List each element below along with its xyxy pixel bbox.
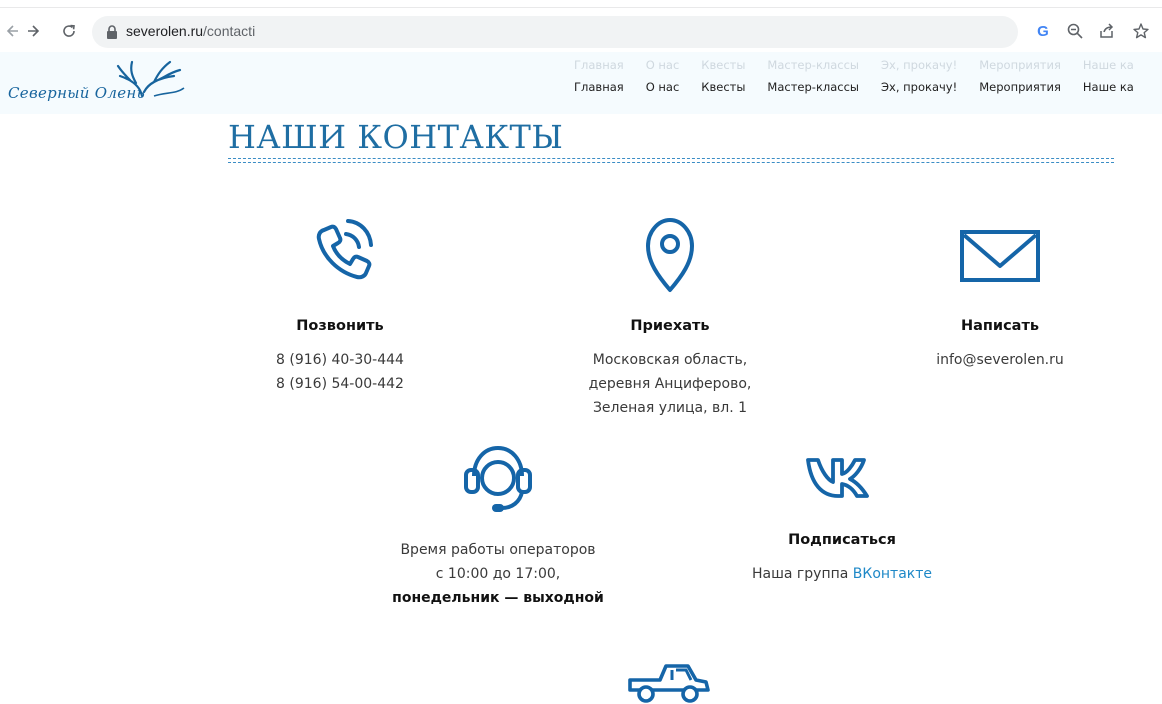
vk-title: Подписаться [788,532,896,548]
hours-line: Время работы операторов [400,542,596,558]
headset-icon [464,445,532,512]
zoom-icon [1067,23,1083,39]
site-header: Северный Олень Главная О нас Квесты Маст… [0,52,1162,114]
google-lens-button[interactable]: G [1030,18,1056,44]
lock-icon [107,25,117,39]
address-bar[interactable]: severolen.ru/contacti [92,16,1018,48]
tab-strip [0,0,1162,8]
title-divider [228,158,1114,163]
address-line: Зеленая улица, вл. 1 [592,400,748,416]
menu-item-events[interactable]: Мероприятия [979,80,1061,94]
call-title: Позвонить [296,318,384,334]
site-logo[interactable]: Северный Олень [6,56,190,110]
menu-ghost-item: Квесты [701,58,746,72]
back-arrow-icon [6,25,18,37]
menu-ghost-item: Главная [574,58,624,72]
star-icon [1133,23,1149,39]
share-button[interactable] [1094,18,1120,44]
menu-item-masterclasses[interactable]: Мастер-классы [767,80,859,94]
menu-ghost-row: Главная О нас Квесты Мастер-классы Эх, п… [574,58,1156,72]
address: Московская область, деревня Анциферово, … [560,348,780,420]
map-pin-icon [646,218,694,292]
google-icon: G [1037,22,1049,40]
vk-logo-icon [806,458,869,498]
menu-ghost-item: Мастер-классы [767,58,860,72]
menu-item-home[interactable]: Главная [574,80,624,94]
hours-line: с 10:00 до 17:00, [435,566,561,582]
phone-number-2[interactable]: 8 (916) 54-00-442 [240,372,440,396]
menu-item-quests[interactable]: Квесты [701,80,745,94]
address-line: деревня Анциферово, [588,376,752,392]
truck-icon [628,664,710,703]
reload-button[interactable] [56,18,82,44]
contact-write: Написать info@severolen.ru [900,210,1100,372]
email-link[interactable]: info@severolen.ru [900,348,1100,372]
menu-item-about[interactable]: О нас [646,80,680,94]
zoom-button[interactable] [1062,18,1088,44]
logo-text: Северный Олень [8,84,146,102]
write-title: Написать [960,318,1040,334]
browser-toolbar: severolen.ru/contacti G [0,0,1162,52]
phone-list: 8 (916) 40-30-444 8 (916) 54-00-442 [240,348,440,396]
main-menu: Главная О нас Квесты Мастер-классы Эх, п… [574,80,1156,94]
vk-text: Наша группа ВКонтакте [751,566,933,582]
forward-arrow-icon [28,25,40,37]
hours-day-off: понедельник — выходной [392,590,604,606]
menu-ghost-item: Наше ка [1082,58,1134,72]
contact-visit: Приехать Московская область, деревня Анц… [560,210,780,420]
working-hours: Время работы операторов с 10:00 до 17:00… [378,538,618,610]
contact-hours: Время работы операторов с 10:00 до 17:00… [378,436,618,610]
contact-delivery [618,656,718,704]
forward-button[interactable] [20,18,46,44]
share-icon [1100,23,1114,38]
phone-icon [316,219,373,280]
reload-icon [63,24,75,37]
contact-vk: Подписаться Наша группа ВКонтакте [742,446,942,586]
menu-item-our[interactable]: Наше ка [1083,80,1134,94]
menu-ghost-item: О нас [645,58,680,72]
menu-ghost-item: Мероприятия [979,58,1061,72]
vk-link[interactable]: ВКонтакте [853,566,932,582]
bookmark-button[interactable] [1128,18,1154,44]
url-text: severolen.ru/contacti [126,23,256,39]
page-title: НАШИ КОНТАКТЫ [228,118,564,156]
address-line: Московская область, [592,352,748,368]
envelope-icon [960,230,1040,282]
phone-number-1[interactable]: 8 (916) 40-30-444 [240,348,440,372]
contact-call: Позвонить 8 (916) 40-30-444 8 (916) 54-0… [240,210,440,396]
menu-ghost-item: Эх, прокачу! [881,58,958,72]
menu-item-rides[interactable]: Эх, прокачу! [881,80,957,94]
visit-title: Приехать [630,318,710,334]
